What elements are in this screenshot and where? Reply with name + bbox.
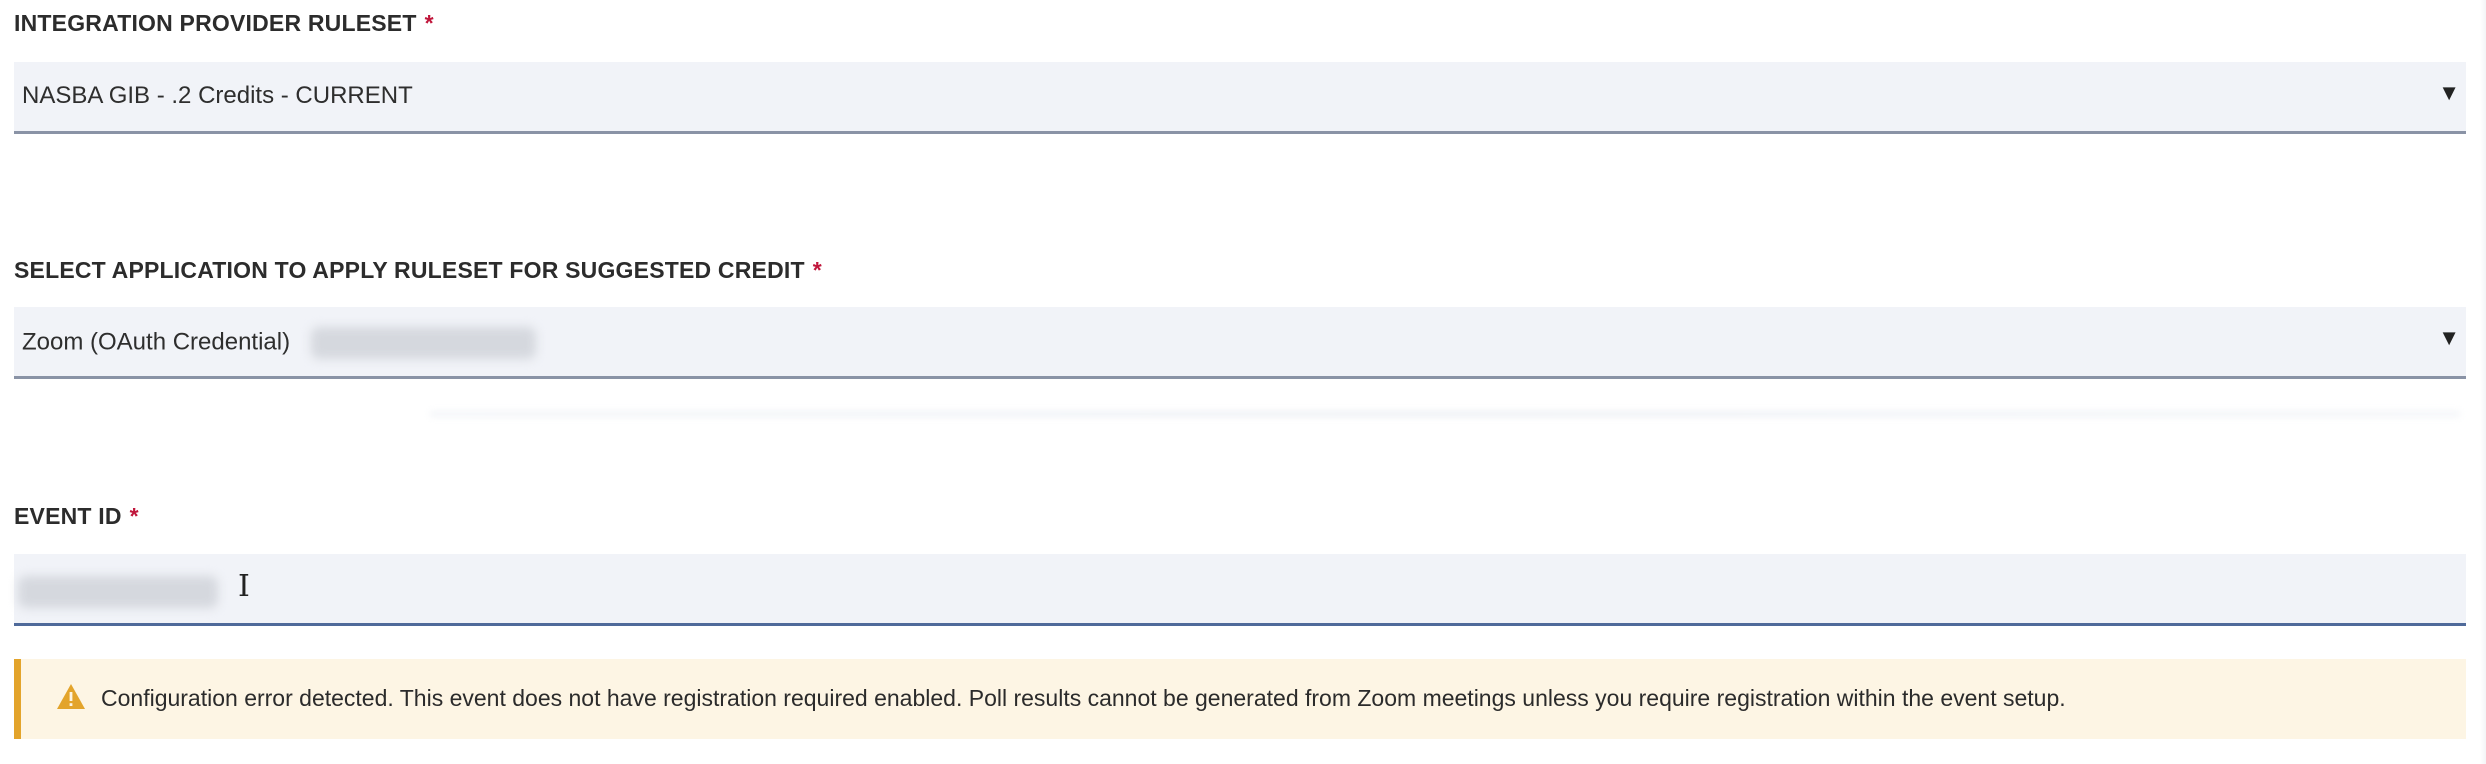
required-marker: * — [129, 503, 139, 529]
application-selected-value: Zoom (OAuth Credential) — [22, 327, 536, 359]
application-select[interactable]: Zoom (OAuth Credential) ▼ — [14, 307, 2466, 379]
ruleset-selected-value: NASBA GIB - .2 Credits - CURRENT — [22, 82, 413, 109]
form-page: INTEGRATION PROVIDER RULESET * NASBA GIB … — [0, 0, 2486, 764]
divider — [430, 410, 2460, 418]
ruleset-select[interactable]: NASBA GIB - .2 Credits - CURRENT ▼ — [14, 62, 2466, 134]
chevron-down-icon[interactable]: ▼ — [2438, 325, 2460, 351]
application-label: SELECT APPLICATION TO APPLY RULESET FOR … — [14, 257, 822, 284]
event-id-input[interactable]: I — [14, 554, 2466, 626]
redacted-event-id — [18, 576, 218, 608]
event-id-label: EVENT ID * — [14, 503, 139, 530]
alert-message: Configuration error detected. This event… — [101, 685, 2066, 711]
required-marker: * — [812, 257, 822, 283]
application-label-text: SELECT APPLICATION TO APPLY RULESET FOR … — [14, 257, 805, 283]
required-marker: * — [424, 10, 434, 36]
warning-triangle-icon — [57, 684, 85, 709]
chevron-down-icon[interactable]: ▼ — [2438, 80, 2460, 106]
configuration-error-alert: Configuration error detected. This event… — [14, 659, 2466, 739]
text-cursor-icon: I — [238, 569, 250, 604]
redacted-credential — [310, 327, 536, 359]
ruleset-label-text: INTEGRATION PROVIDER RULESET — [14, 10, 417, 36]
application-name: Zoom (OAuth Credential) — [22, 328, 291, 356]
scroll-edge — [2480, 0, 2486, 764]
event-id-label-text: EVENT ID — [14, 503, 122, 529]
ruleset-label: INTEGRATION PROVIDER RULESET * — [14, 10, 434, 37]
